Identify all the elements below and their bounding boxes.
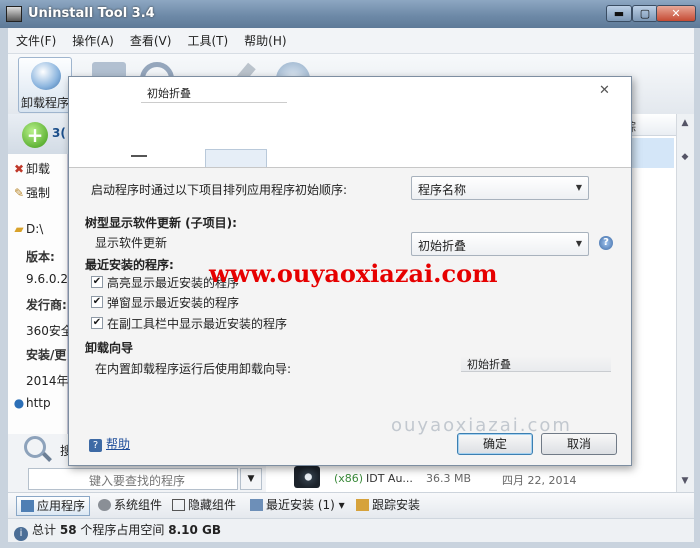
- recent-icon: [250, 499, 263, 511]
- menu-view[interactable]: 查看(V): [122, 28, 180, 54]
- menu-tools[interactable]: 工具(T): [179, 28, 236, 54]
- program-name: 3(: [52, 126, 66, 140]
- scroll-up-icon[interactable]: ▲: [679, 118, 691, 128]
- uninstall-wizard-heading: 卸载向导: [85, 341, 134, 355]
- menu-action[interactable]: 操作(A): [64, 28, 122, 54]
- show-updates-select[interactable]: 初始折叠 ▼: [411, 232, 589, 256]
- recent-installs-heading: 最近安装的程序:: [85, 258, 174, 272]
- program-header: + 3(: [8, 114, 68, 154]
- startup-order-label: 启动程序时通过以下项目排列应用程序初始顺序:: [91, 183, 348, 197]
- show-updates-label: 显示软件更新: [95, 236, 168, 250]
- toolbar-recent-label: 在副工具栏中显示最近安装的程序: [107, 317, 288, 331]
- tab-applications[interactable]: 应用程序: [16, 496, 91, 516]
- folder-icon: ▰: [14, 222, 24, 236]
- row-size: 36.3 MB: [426, 472, 472, 485]
- status-count: 58: [59, 523, 77, 537]
- popup-recent-label: 弹窗显示最近安装的程序: [107, 296, 240, 310]
- tab-trace-install[interactable]: 跟踪安装: [352, 496, 424, 516]
- status-middle: 个程序占用空间: [80, 523, 165, 537]
- app-icon: [6, 6, 22, 22]
- program-info-panel: + 3( ✖ 卸载 ✎ 强制 ▰ D:\ 版本: 9.6.0.2( 发行商: 360安…: [8, 114, 73, 434]
- cross-icon: ✖: [13, 162, 25, 176]
- uninstall-wizard-select[interactable]: 初始折叠: [461, 356, 611, 372]
- program-icon: +: [22, 122, 48, 148]
- watermark-text: www.ouyaoxiazai.com: [209, 259, 498, 288]
- package-icon: [356, 499, 369, 511]
- menu-file[interactable]: 文件(F): [8, 28, 64, 54]
- gear-icon: [98, 499, 111, 511]
- uninstall-action[interactable]: ✖ 卸载: [8, 160, 68, 177]
- dialog-tab-strip: [69, 147, 631, 167]
- row-name: IDT Au...: [366, 472, 413, 485]
- status-prefix: 总计: [32, 523, 57, 537]
- search-icon[interactable]: [24, 436, 46, 458]
- tab-system-components[interactable]: 系统组件: [94, 496, 166, 516]
- ok-button[interactable]: 确定: [457, 433, 533, 455]
- table-row[interactable]: (x86) IDT Au... 36.3 MB 四月 22, 2014: [266, 464, 674, 490]
- title-bar: Uninstall Tool 3.4 ▬ ▢ ✕: [0, 0, 700, 28]
- program-disc-icon: [294, 466, 320, 488]
- info-icon: i: [14, 527, 28, 541]
- applications-icon: [21, 500, 34, 512]
- scroll-down-icon[interactable]: ▼: [679, 476, 691, 486]
- row-arch: (x86): [334, 472, 364, 485]
- menu-help[interactable]: 帮助(H): [236, 28, 294, 54]
- broom-icon: ✎: [13, 186, 25, 200]
- search-dropdown-button[interactable]: ▼: [240, 468, 262, 490]
- scroll-thumb-icon[interactable]: ◆: [679, 152, 691, 162]
- tab-recent-installs[interactable]: 最近安装 (1) ▾: [246, 496, 349, 516]
- minimize-button[interactable]: ▬: [606, 5, 632, 22]
- startup-order-select[interactable]: 程序名称 ▼: [411, 176, 589, 200]
- help-icon[interactable]: ?: [599, 236, 613, 250]
- tree-update-heading: 树型显示软件更新 (子项目):: [85, 216, 237, 230]
- status-size: 8.10 GB: [168, 523, 221, 537]
- dialog-tab-general[interactable]: [131, 155, 147, 157]
- hidden-icon: [172, 499, 185, 511]
- uninstall-button[interactable]: 卸载程序: [18, 57, 72, 113]
- chevron-down-icon: ▼: [575, 239, 582, 248]
- globe-icon: ●: [13, 396, 25, 410]
- chevron-down-icon: ▼: [575, 183, 582, 192]
- row-date: 四月 22, 2014: [502, 474, 577, 487]
- uninstall-wizard-label: 在内置卸载程序运行后使用卸载向导:: [95, 362, 292, 376]
- settings-dialog: 初始折叠 ✕ 启动程序时通过以下项目排列应用程序初始顺序: 程序名称 ▼ 树型显示…: [68, 76, 632, 466]
- maximize-button[interactable]: ▢: [632, 5, 658, 22]
- uninstall-label: 卸载程序: [20, 96, 69, 110]
- menu-bar: 文件(F) 操作(A) 查看(V) 工具(T) 帮助(H): [8, 28, 694, 54]
- help-link[interactable]: ? 帮助: [89, 435, 130, 452]
- question-icon: ?: [89, 439, 102, 452]
- dialog-header: 初始折叠 ✕: [69, 77, 631, 167]
- dialog-tab-active[interactable]: [205, 149, 267, 167]
- status-bar: i 总计 58 个程序占用空间 8.10 GB: [8, 518, 694, 542]
- category-tabs: 应用程序 系统组件 隐藏组件 最近安装 (1) ▾ 跟踪安装: [8, 492, 694, 518]
- website-link[interactable]: ● http: [8, 396, 68, 410]
- popup-recent-checkbox[interactable]: ✔: [91, 296, 103, 308]
- search-input[interactable]: [28, 468, 238, 490]
- tab-hidden-components[interactable]: 隐藏组件: [168, 496, 240, 516]
- list-scrollbar[interactable]: ▲ ◆ ▼: [676, 114, 694, 492]
- dialog-tab-fragment[interactable]: 初始折叠: [141, 83, 287, 103]
- uninstall-icon: [31, 62, 61, 90]
- window-title: Uninstall Tool 3.4: [28, 6, 155, 21]
- close-button[interactable]: ✕: [656, 5, 696, 22]
- highlight-recent-checkbox[interactable]: ✔: [91, 276, 103, 288]
- toolbar-recent-checkbox[interactable]: ✔: [91, 317, 103, 329]
- cancel-button[interactable]: 取消: [541, 433, 617, 455]
- force-remove-action[interactable]: ✎ 强制: [8, 184, 68, 201]
- install-path[interactable]: ▰ D:\: [8, 222, 68, 236]
- dialog-close-icon[interactable]: ✕: [599, 83, 610, 98]
